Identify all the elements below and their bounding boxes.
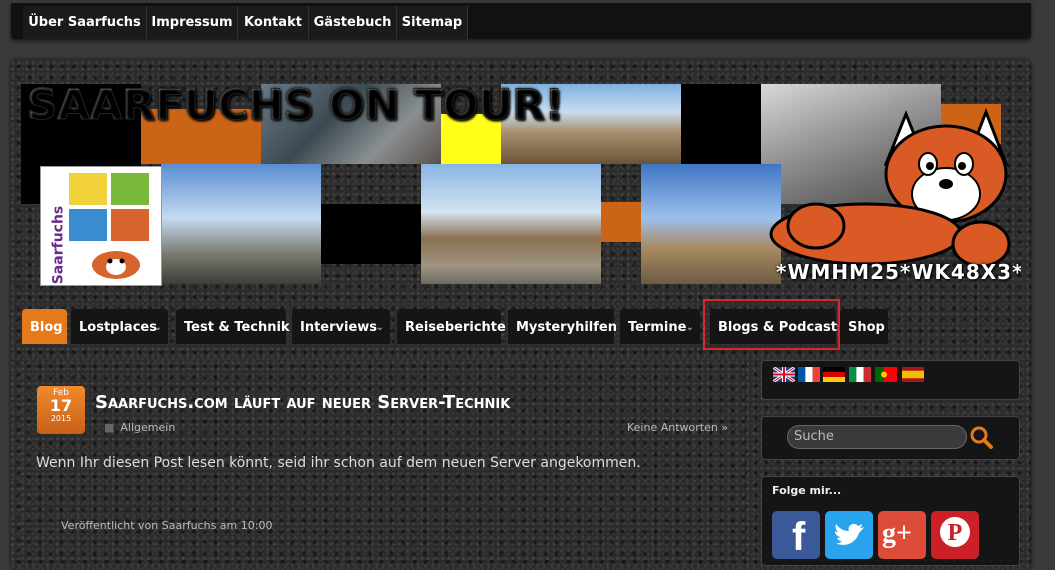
pinterest-icon[interactable]: P [931, 511, 979, 559]
post-category-label: Allgemein [120, 421, 176, 434]
menu-item-interviews[interactable]: Interviews ⌄ [292, 309, 390, 344]
chevron-down-icon: ⌄ [153, 322, 162, 333]
chevron-down-icon: ⌄ [375, 322, 384, 333]
german-flag-icon[interactable] [823, 367, 845, 382]
date-year: 2015 [50, 414, 72, 423]
google-plus-icon[interactable]: g+ [878, 511, 926, 559]
top-nav-sitemap[interactable]: Sitemap [397, 6, 468, 39]
banner-tile-black-3 [321, 204, 421, 264]
top-navigation: Über Saarfuchs Impressum Kontakt Gästebu… [11, 3, 1031, 39]
search-input[interactable]: Suche [787, 425, 967, 449]
menu-label: Lostplaces [79, 320, 157, 335]
facebook-icon[interactable]: f [772, 511, 820, 559]
menu-item-lostplaces[interactable]: Lostplaces ⌄ [71, 309, 168, 344]
twitter-bird-icon [835, 523, 864, 545]
menu-label: Reiseberichte [405, 320, 506, 335]
menu-item-mysteryhilfen[interactable]: Mysteryhilfen [508, 309, 617, 344]
menu-item-termine[interactable]: Termine ⌄ [620, 309, 700, 344]
follow-title: Folge mir... [772, 484, 842, 497]
post-category-link[interactable]: ■ Allgemein [104, 421, 175, 434]
logo-yellow-square [69, 173, 107, 205]
geocache-code: *WMHM25*WK48X3* [776, 260, 1021, 284]
post-body: Wenn Ihr diesen Post lesen könnt, seid i… [36, 455, 641, 471]
site-title[interactable]: SAARFUCHS ON TOUR! [27, 84, 565, 130]
highlight-box [703, 299, 840, 350]
date-badge: Feb 17 2015 [37, 386, 85, 434]
post-meta: Veröffentlicht von Saarfuchs am 10:00 [61, 519, 273, 532]
italian-flag-icon[interactable] [849, 367, 871, 382]
menu-item-shop[interactable]: Shop [840, 309, 888, 344]
portuguese-flag-icon[interactable] [875, 367, 897, 382]
logo-text: Saarfuchs [50, 205, 67, 285]
fox-icon [92, 251, 140, 279]
spanish-flag-icon[interactable] [902, 367, 924, 382]
french-flag-icon[interactable] [798, 367, 820, 382]
header-banner[interactable]: Saarfuchs SAARFUCHS ON TOUR! *WMHM25*WK4… [21, 84, 1021, 287]
top-nav-gaestebuch[interactable]: Gästebuch [309, 6, 397, 39]
menu-label: Shop [848, 320, 885, 335]
facebook-glyph: f [792, 515, 806, 559]
banner-tile-black-2 [681, 84, 761, 164]
menu-label: Test & Technik [184, 320, 290, 335]
english-flag-icon[interactable] [773, 367, 795, 382]
bunker-photo [161, 164, 321, 284]
menu-label: Interviews [300, 320, 378, 335]
google-plus-glyph: g+ [882, 518, 912, 549]
date-day: 17 [49, 396, 73, 415]
top-nav-kontakt[interactable]: Kontakt [238, 6, 309, 39]
menu-label: Mysteryhilfen [516, 320, 617, 335]
search-icon[interactable] [968, 424, 994, 450]
fox-mascot-icon [769, 107, 1011, 268]
post-replies-link[interactable]: Keine Antworten » [627, 421, 728, 434]
saarfuchs-logo[interactable]: Saarfuchs [40, 166, 162, 286]
menu-item-blog[interactable]: Blog [22, 309, 67, 344]
menu-item-reiseberichte[interactable]: Reiseberichte [397, 309, 506, 344]
folder-icon: ■ [104, 421, 115, 434]
logo-blue-square [69, 209, 107, 241]
menu-label: Blog [30, 320, 63, 335]
banner-tile-orange-2 [601, 202, 641, 242]
menu-label: Termine [628, 320, 687, 335]
logo-green-square [111, 173, 149, 205]
chevron-down-icon: ⌄ [685, 322, 694, 333]
logo-fox-square [111, 209, 149, 241]
beach-bunker-photo [421, 164, 601, 284]
pinterest-glyph: P [940, 517, 970, 547]
top-nav-impressum[interactable]: Impressum [147, 6, 238, 39]
post-title[interactable]: Saarfuchs.com läuft auf neuer Server-Tec… [95, 392, 510, 413]
menu-item-test-technik[interactable]: Test & Technik [176, 309, 290, 344]
top-nav-ueber-saarfuchs[interactable]: Über Saarfuchs [23, 6, 147, 39]
twitter-icon[interactable] [825, 511, 873, 559]
